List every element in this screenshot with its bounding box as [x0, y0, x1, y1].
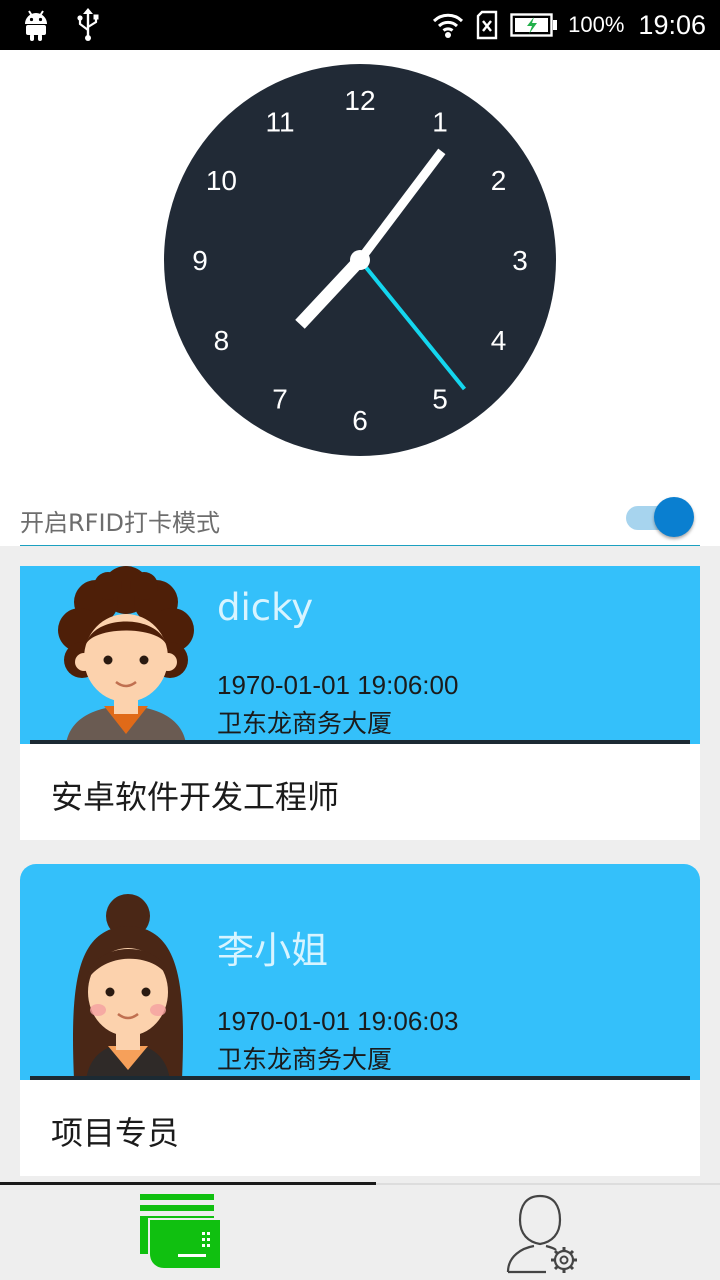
bottom-navigation [0, 1182, 720, 1280]
status-time: 19:06 [638, 9, 706, 40]
card-footer: 安卓软件开发工程师 [20, 744, 700, 840]
clock-numeral: 3 [512, 245, 528, 276]
male-avatar [58, 566, 194, 744]
tab-attendance-records[interactable] [0, 1182, 360, 1280]
clock-in-time: 1970-01-01 19:06:03 [217, 1006, 459, 1036]
employee-role: 安卓软件开发工程师 [51, 778, 340, 816]
clock-numeral: 5 [432, 384, 448, 415]
clock-numeral: 11 [265, 106, 294, 137]
clock-numeral: 6 [352, 405, 368, 436]
analog-clock: 121234567891011 [164, 64, 556, 456]
clock-numeral: 12 [344, 85, 375, 116]
employee-role: 项目专员 [51, 1114, 180, 1152]
clock-numeral: 2 [491, 165, 507, 196]
wifi-icon [433, 13, 464, 38]
clock-in-location: 卫东龙商务大厦 [217, 709, 393, 738]
clock-in-time: 1970-01-01 19:06:00 [217, 670, 459, 700]
user-settings-icon [506, 1194, 577, 1274]
clock-pivot [350, 250, 370, 270]
status-bar: 100% 19:06 [0, 0, 720, 50]
battery-percent: 100% [568, 12, 625, 37]
clock-numeral: 8 [214, 325, 230, 356]
android-icon [25, 10, 47, 41]
female-avatar [72, 894, 184, 1080]
attendance-card[interactable]: 李小姐 1970-01-01 19:06:03 卫东龙商务大厦 项目专员 [20, 864, 700, 1176]
employee-name: dicky [217, 586, 314, 629]
attendance-list[interactable]: dicky 1970-01-01 19:06:00 卫东龙商务大厦 安卓软件开发… [0, 546, 720, 1182]
card-header: dicky 1970-01-01 19:06:00 卫东龙商务大厦 [20, 566, 700, 744]
switch-thumb [654, 497, 694, 537]
clock-numeral: 10 [206, 165, 237, 196]
clock-numeral: 7 [272, 384, 288, 415]
usb-icon [77, 8, 99, 41]
employee-name: 李小姐 [217, 929, 328, 972]
rfid-mode-label: 开启RFID打卡模式 [20, 509, 221, 537]
card-footer: 项目专员 [20, 1080, 700, 1176]
tab-user-settings[interactable] [376, 1182, 720, 1280]
battery-charging-icon [510, 13, 558, 37]
clock-numeral: 9 [192, 245, 208, 276]
clock-in-location: 卫东龙商务大厦 [217, 1045, 393, 1074]
clock-numeral: 1 [432, 106, 448, 137]
attendance-card[interactable]: dicky 1970-01-01 19:06:00 卫东龙商务大厦 安卓软件开发… [20, 566, 700, 840]
no-sim-icon [476, 10, 498, 40]
rfid-mode-switch[interactable] [622, 495, 694, 539]
card-list-icon [140, 1194, 220, 1268]
rfid-mode-row: 开启RFID打卡模式 [20, 497, 700, 547]
clock-numeral: 4 [491, 325, 507, 356]
card-header: 李小姐 1970-01-01 19:06:03 卫东龙商务大厦 [20, 864, 700, 1080]
